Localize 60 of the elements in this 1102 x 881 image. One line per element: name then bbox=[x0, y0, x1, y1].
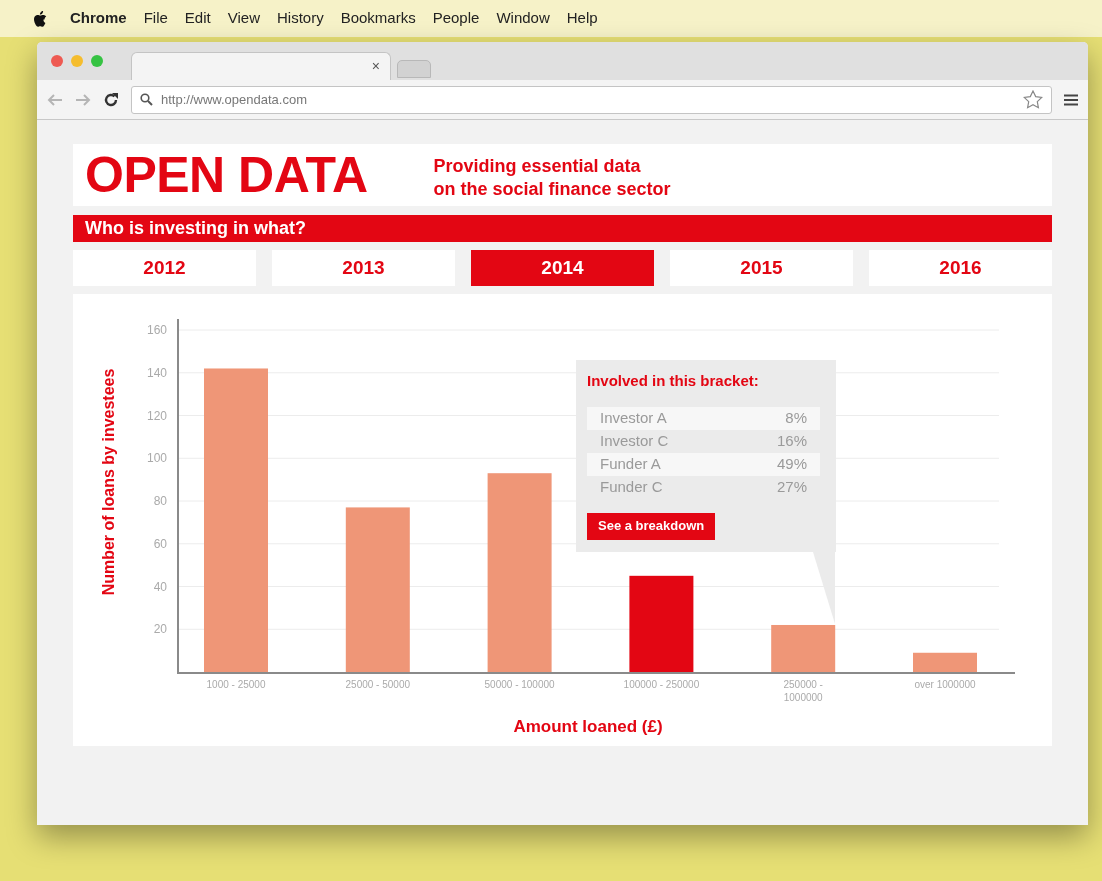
breakdown-button[interactable]: See a breakdown bbox=[587, 512, 716, 540]
x-tick-label: 25000 - 50000 bbox=[345, 679, 411, 690]
investor-name: Investor C bbox=[600, 430, 669, 451]
y-tick-label: 60 bbox=[153, 536, 167, 551]
y-axis-title: Number of loans by investees bbox=[100, 368, 117, 596]
x-tick-label: 50000 - 100000 bbox=[484, 679, 555, 690]
apple-logo-icon[interactable] bbox=[33, 10, 47, 27]
investor-name: Funder A bbox=[600, 453, 661, 474]
investor-name: Funder C bbox=[600, 476, 663, 497]
url-text: http://www.opendata.com bbox=[161, 90, 307, 109]
y-tick-label: 20 bbox=[153, 622, 167, 637]
window-control-icon[interactable] bbox=[51, 55, 63, 67]
y-tick-label: 100 bbox=[146, 451, 167, 466]
y-tick-label: 160 bbox=[146, 323, 167, 337]
tooltip-title: Involved in this bracket: bbox=[587, 371, 760, 391]
y-tick-label: 140 bbox=[146, 365, 167, 380]
bar bbox=[913, 652, 977, 672]
forward-arrow-icon[interactable] bbox=[75, 92, 91, 107]
investor-name: Investor A bbox=[600, 407, 667, 428]
x-tick-label: 250000 - 1000000 bbox=[783, 679, 823, 703]
year-tab[interactable]: 2014 bbox=[471, 250, 654, 286]
menu-item[interactable]: Bookmarks bbox=[340, 7, 416, 30]
y-tick-label: 120 bbox=[146, 408, 167, 423]
bar bbox=[771, 625, 836, 672]
search-icon bbox=[140, 93, 153, 106]
menu-item[interactable]: History bbox=[276, 7, 324, 30]
menu-item[interactable]: File bbox=[143, 7, 168, 30]
menu-item[interactable]: View bbox=[227, 7, 260, 30]
section-title: Who is investing in what? bbox=[73, 215, 1052, 242]
browser-tab[interactable]: × bbox=[131, 52, 391, 80]
site-logo: OPEN DATA bbox=[85, 150, 368, 200]
year-tab[interactable]: 2013 bbox=[272, 250, 455, 286]
investor-share: 27% bbox=[776, 476, 807, 497]
x-tick-label: 100000 - 250000 bbox=[623, 679, 700, 690]
y-tick-label: 80 bbox=[153, 494, 167, 508]
window-control-icon[interactable] bbox=[71, 55, 83, 67]
menu-item[interactable]: Help bbox=[566, 7, 598, 30]
x-axis-title: Amount loaned (£) bbox=[513, 717, 663, 736]
menu-item[interactable]: People bbox=[432, 7, 480, 30]
y-tick-label: 40 bbox=[153, 579, 167, 594]
close-tab-button[interactable]: × bbox=[371, 56, 380, 77]
menu-icon[interactable] bbox=[1064, 93, 1078, 106]
star-icon[interactable] bbox=[1023, 90, 1043, 109]
new-tab-button[interactable] bbox=[397, 60, 431, 78]
x-tick-label: 1000 - 25000 bbox=[206, 679, 266, 690]
address-bar[interactable]: http://www.opendata.com bbox=[131, 85, 1052, 114]
reload-icon[interactable] bbox=[103, 91, 119, 108]
investor-share: 16% bbox=[776, 430, 807, 451]
year-tab[interactable]: 2012 bbox=[73, 250, 256, 286]
year-tab[interactable]: 2016 bbox=[869, 250, 1052, 286]
x-tick-label: over 1000000 bbox=[914, 679, 976, 690]
menu-item[interactable]: Edit bbox=[184, 7, 211, 30]
tagline: Providing essential data on the social finance sector bbox=[433, 155, 671, 201]
menu-item[interactable]: Window bbox=[496, 7, 550, 30]
window-control-icon[interactable] bbox=[91, 55, 103, 67]
year-tab[interactable]: 2015 bbox=[670, 250, 853, 286]
investor-share: 49% bbox=[776, 453, 807, 474]
app-menu[interactable]: Chrome bbox=[70, 7, 127, 30]
back-arrow-icon[interactable] bbox=[47, 92, 63, 107]
investor-share: 8% bbox=[785, 407, 807, 428]
